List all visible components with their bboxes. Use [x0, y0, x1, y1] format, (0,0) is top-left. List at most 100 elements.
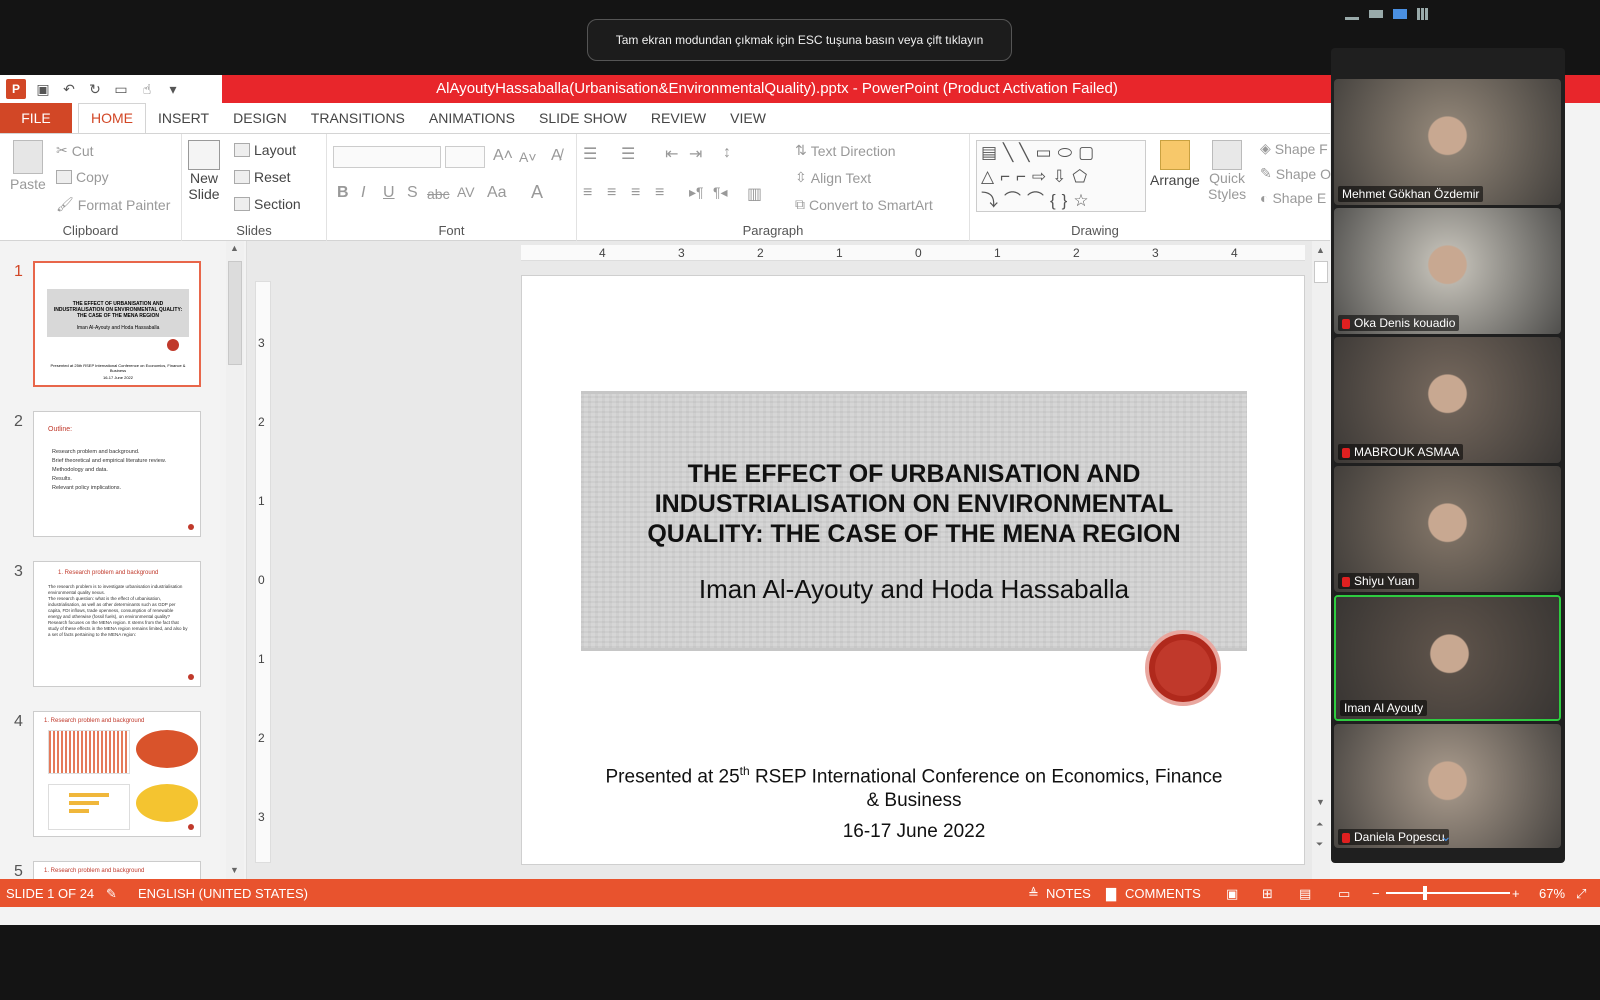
arrange-button[interactable]: Arrange: [1150, 140, 1200, 188]
slide-thumbnail-2[interactable]: Outline: Research problem and background…: [33, 411, 201, 537]
strikethrough-icon[interactable]: abc: [427, 186, 450, 202]
thumbnails-scroll-thumb[interactable]: [228, 261, 242, 365]
reading-view-icon[interactable]: ▤: [1299, 886, 1311, 902]
convert-smartart-button[interactable]: ⧉ Convert to SmartArt: [795, 196, 933, 213]
save-icon[interactable]: ▣: [34, 80, 52, 98]
italic-icon[interactable]: I: [361, 184, 365, 202]
touch-mode-icon[interactable]: ☝: [138, 80, 156, 98]
slide-conference-note[interactable]: Presented at 25th RSEP International Con…: [581, 759, 1247, 813]
chevron-down-icon[interactable]: ⌄: [1440, 828, 1452, 845]
normal-view-icon[interactable]: ▣: [1226, 886, 1238, 902]
bullets-icon[interactable]: ☰: [583, 144, 597, 164]
participant-tile[interactable]: Shiyu Yuan: [1334, 466, 1561, 592]
participant-tile[interactable]: Mehmet Gökhan Özdemir: [1334, 79, 1561, 205]
line-spacing-icon[interactable]: ↕: [723, 144, 731, 162]
tab-slide-show[interactable]: SLIDE SHOW: [527, 103, 639, 133]
spellcheck-icon[interactable]: ✎: [106, 886, 117, 902]
slide-thumbnail-5[interactable]: 1. Research problem and background: [33, 861, 201, 879]
previous-slide-icon[interactable]: ⏶: [1316, 819, 1323, 830]
ltr-icon[interactable]: ▸¶: [689, 184, 704, 201]
change-case-icon[interactable]: Aa: [487, 184, 507, 202]
language-indicator[interactable]: ENGLISH (UNITED STATES): [138, 886, 308, 901]
layout-button[interactable]: Layout: [234, 142, 296, 158]
copy-button[interactable]: Copy: [56, 169, 109, 185]
tab-design[interactable]: DESIGN: [221, 103, 299, 133]
scroll-down-icon[interactable]: ▼: [230, 865, 239, 875]
tab-home[interactable]: HOME: [78, 102, 146, 134]
slide-thumbnail-4[interactable]: 1. Research problem and background: [33, 711, 201, 837]
participant-tile[interactable]: Oka Denis kouadio: [1334, 208, 1561, 334]
cut-button[interactable]: ✂ Cut: [56, 142, 94, 159]
fit-to-window-icon[interactable]: ⤢: [1576, 886, 1586, 902]
clear-formatting-icon[interactable]: A̸: [551, 147, 562, 165]
tab-animations[interactable]: ANIMATIONS: [417, 103, 527, 133]
zoom-level[interactable]: 67%: [1539, 886, 1565, 901]
paste-button[interactable]: Paste: [10, 140, 46, 192]
bold-icon[interactable]: B: [337, 184, 349, 202]
scroll-down-icon[interactable]: ▼: [1316, 797, 1325, 807]
zoom-out-icon[interactable]: −: [1372, 886, 1380, 901]
thumbnail-view-icon[interactable]: [1369, 10, 1383, 18]
numbering-icon[interactable]: ☰: [621, 144, 635, 164]
minimize-icon[interactable]: [1345, 16, 1359, 20]
slide-thumbnail-3[interactable]: 1. Research problem and background The r…: [33, 561, 201, 687]
align-text-button[interactable]: ⇳ Align Text: [795, 169, 871, 186]
font-size-select[interactable]: [445, 146, 485, 168]
tab-insert[interactable]: INSERT: [146, 103, 221, 133]
notes-button[interactable]: NOTES: [1046, 886, 1091, 901]
slideshow-start-icon[interactable]: ▭: [112, 80, 130, 98]
shadow-icon[interactable]: S: [407, 184, 418, 202]
increase-indent-icon[interactable]: ⇥: [689, 144, 702, 164]
underline-icon[interactable]: U: [383, 184, 395, 202]
align-right-icon[interactable]: ≡: [631, 184, 640, 202]
tab-file[interactable]: FILE: [0, 103, 72, 133]
new-slide-button[interactable]: New Slide: [188, 140, 220, 202]
comments-button[interactable]: COMMENTS: [1125, 886, 1201, 901]
shape-outline-button[interactable]: ✎ Shape O: [1260, 165, 1331, 182]
font-name-select[interactable]: [333, 146, 441, 168]
rtl-icon[interactable]: ¶◂: [713, 184, 728, 201]
editor-scrollbar[interactable]: ▲ ▼ ⏶ ⏷: [1312, 241, 1330, 879]
shape-effects-button[interactable]: ◐ Shape E: [1260, 190, 1326, 206]
decrease-font-icon[interactable]: A˅: [519, 149, 537, 165]
slide-sorter-icon[interactable]: ⊞: [1262, 886, 1273, 902]
zoom-slider[interactable]: [1386, 892, 1510, 894]
font-color-icon[interactable]: A: [531, 182, 543, 203]
participant-tile[interactable]: Daniela Popescu ⌄: [1334, 724, 1561, 848]
tab-transitions[interactable]: TRANSITIONS: [299, 103, 417, 133]
shapes-gallery[interactable]: ▤╲╲▭⬭▢ △⌐⌐⇨⇩⬠ ⤵⌒⌒{}☆: [976, 140, 1146, 212]
align-left-icon[interactable]: ≡: [583, 184, 592, 202]
editor-scroll-thumb[interactable]: [1314, 261, 1328, 283]
undo-icon[interactable]: ↶: [60, 80, 78, 98]
slideshow-view-icon[interactable]: ▭: [1338, 886, 1350, 902]
tab-view[interactable]: VIEW: [718, 103, 778, 133]
redo-icon[interactable]: ↻: [86, 80, 104, 98]
customize-qat-icon[interactable]: ▾: [164, 80, 182, 98]
next-slide-icon[interactable]: ⏷: [1316, 839, 1323, 850]
scroll-up-icon[interactable]: ▲: [1316, 245, 1325, 255]
tab-review[interactable]: REVIEW: [639, 103, 718, 133]
text-direction-button[interactable]: ⇅ Text Direction: [795, 142, 896, 159]
slide-date[interactable]: 16-17 June 2022: [581, 821, 1247, 843]
participant-tile[interactable]: MABROUK ASMAA: [1334, 337, 1561, 463]
char-spacing-icon[interactable]: AV: [457, 184, 475, 200]
participant-tile-active-speaker[interactable]: Iman Al Ayouty: [1334, 595, 1561, 721]
align-center-icon[interactable]: ≡: [607, 184, 616, 202]
zoom-in-icon[interactable]: +: [1512, 886, 1520, 901]
grid-view-icon[interactable]: [1417, 8, 1429, 20]
shape-fill-button[interactable]: ◈ Shape F: [1260, 140, 1328, 157]
justify-icon[interactable]: ≡: [655, 184, 664, 202]
slide-thumbnail-1[interactable]: THE EFFECT OF URBANISATION AND INDUSTRIA…: [33, 261, 201, 387]
reset-button[interactable]: Reset: [234, 169, 291, 185]
quick-styles-button[interactable]: Quick Styles: [1208, 140, 1246, 202]
decrease-indent-icon[interactable]: ⇤: [665, 144, 678, 164]
scroll-up-icon[interactable]: ▲: [230, 243, 239, 253]
slide-title[interactable]: THE EFFECT OF URBANISATION AND INDUSTRIA…: [581, 459, 1247, 549]
thumbnails-scrollbar[interactable]: ▲ ▼: [226, 241, 244, 879]
columns-icon[interactable]: ▥: [747, 184, 762, 204]
slide-authors[interactable]: Iman Al-Ayouty and Hoda Hassaballa: [581, 574, 1247, 605]
section-button[interactable]: Section: [234, 196, 301, 212]
strip-view-icon[interactable]: [1393, 9, 1407, 19]
format-painter-button[interactable]: 🖌 Format Painter: [56, 196, 170, 213]
current-slide[interactable]: THE EFFECT OF URBANISATION AND INDUSTRIA…: [521, 275, 1305, 865]
